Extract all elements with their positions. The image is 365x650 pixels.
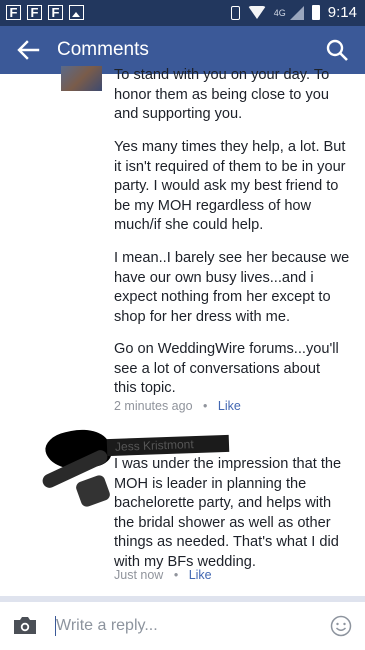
comment-paragraph: I mean..I barely see her because we have… — [114, 250, 350, 325]
battery-icon — [311, 5, 320, 20]
like-link[interactable]: Like — [189, 568, 212, 582]
comment-paragraph: Yes many times they help, a lot. But it … — [114, 139, 346, 233]
facebook-notification-icon: F — [6, 5, 21, 20]
reply-input[interactable] — [56, 610, 321, 642]
separator: • — [173, 568, 179, 582]
like-link[interactable]: Like — [218, 399, 241, 413]
network-type: 4G — [273, 7, 286, 18]
search-icon[interactable] — [325, 38, 349, 62]
image-notification-icon — [69, 5, 84, 20]
comment-time: 2 minutes ago — [114, 399, 193, 413]
redaction-scribble — [74, 473, 112, 509]
vibrate-icon — [230, 5, 240, 20]
clock: 9:14 — [327, 4, 357, 21]
comment-meta: Just now • Like — [114, 568, 212, 582]
comment-paragraph: Go on WeddingWire forums...you'll see a … — [114, 341, 339, 396]
status-bar: F F F 4G 9:14 — [0, 0, 365, 26]
wifi-icon — [247, 6, 266, 19]
comment-meta: 2 minutes ago • Like — [114, 399, 241, 413]
comment-time: Just now — [114, 568, 164, 582]
separator: • — [203, 399, 208, 413]
comment-author[interactable]: Jess Kristmont — [106, 434, 230, 457]
page-title: Comments — [57, 39, 149, 60]
comment-paragraph: I was under the impression that the MOH … — [114, 456, 342, 570]
facebook-notification-icon: F — [27, 5, 42, 20]
back-arrow-icon[interactable] — [16, 39, 40, 61]
facebook-notification-icon: F — [48, 5, 63, 20]
comment-paragraph: To stand with you on your day. To honor … — [114, 67, 330, 122]
avatar[interactable] — [61, 66, 102, 91]
emoji-icon[interactable] — [330, 615, 352, 637]
signal-icon — [289, 5, 304, 20]
reply-bar — [0, 602, 365, 650]
camera-icon[interactable] — [13, 616, 37, 635]
